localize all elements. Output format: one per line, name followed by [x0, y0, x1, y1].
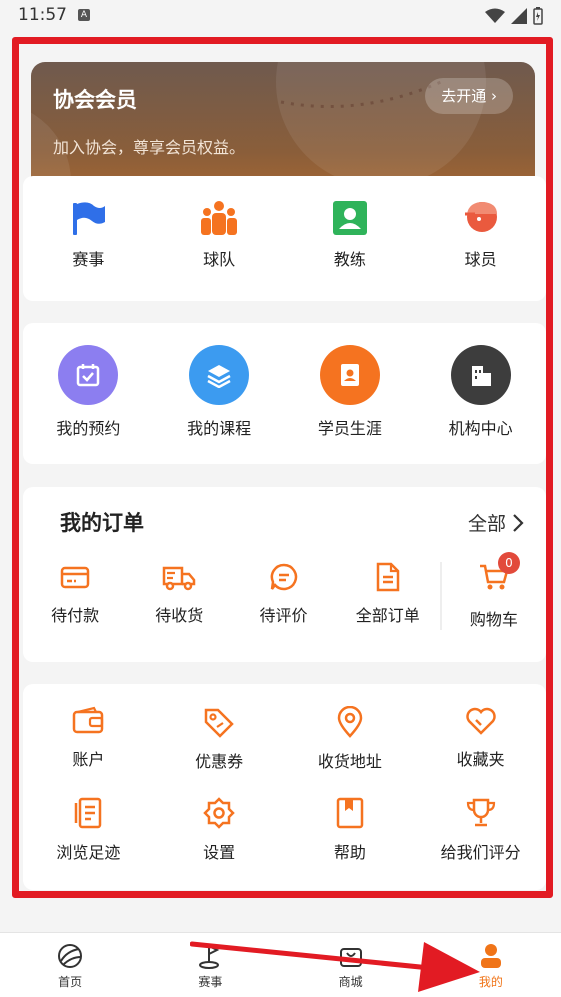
team-icon: [201, 201, 238, 235]
service-label: 我的预约: [56, 419, 121, 438]
tool-help[interactable]: 帮助: [285, 797, 416, 863]
category-player[interactable]: 球员: [415, 200, 546, 270]
comment-icon: [270, 563, 297, 591]
chevron-right-icon: ›: [491, 87, 497, 105]
tab-mine[interactable]: 我的: [421, 933, 561, 997]
order-all-orders[interactable]: 全部订单: [336, 562, 440, 630]
order-pending-payment[interactable]: 待付款: [23, 562, 127, 630]
orders-all-link[interactable]: 全部: [468, 509, 524, 536]
category-label: 赛事: [72, 250, 105, 269]
tab-label: 赛事: [198, 975, 223, 989]
tool-rate-us[interactable]: 给我们评分: [415, 797, 546, 863]
tool-label: 收货地址: [317, 752, 382, 771]
tool-label: 优惠券: [195, 752, 244, 771]
building-icon: [450, 345, 511, 405]
wallet-icon: [73, 706, 104, 734]
shop-bag-icon: [339, 948, 362, 967]
open-membership-label: 去开通: [441, 87, 487, 105]
orders-card: 我的订单 全部 待付款 待收货 待评价 全部订单 0 购物车: [23, 487, 546, 662]
history-book-icon: [75, 797, 102, 829]
category-coach[interactable]: 教练: [285, 200, 416, 270]
golf-flag-icon: [199, 945, 220, 969]
profile-card-icon: [319, 345, 380, 405]
tool-coupons[interactable]: 优惠券: [154, 706, 285, 772]
order-cart[interactable]: 0 购物车: [439, 552, 546, 630]
tool-label: 给我们评分: [440, 843, 521, 862]
membership-subtitle: 加入协会，尊享会员权益。: [53, 138, 246, 157]
order-label: 待付款: [51, 606, 100, 625]
coach-icon: [332, 201, 367, 235]
chevron-right-icon: [513, 513, 524, 532]
order-label: 全部订单: [355, 606, 420, 625]
order-pending-review[interactable]: 待评价: [231, 562, 335, 630]
order-label: 购物车: [469, 610, 518, 629]
tab-label: 商城: [338, 975, 363, 989]
bottom-tab-bar: 首页 赛事 商城 我的: [0, 932, 561, 997]
order-label: 待收货: [155, 606, 204, 625]
status-time: 11:57: [18, 5, 67, 25]
services-card: 我的预约 我的课程 学员生涯 机构中心: [23, 323, 546, 464]
service-student-career[interactable]: 学员生涯: [285, 345, 416, 439]
service-label: 我的课程: [187, 419, 252, 438]
settings-gear-icon: [203, 797, 235, 829]
status-icons: [485, 7, 543, 25]
tool-label: 帮助: [333, 843, 366, 862]
highlight-frame: 协会会员 加入协会，尊享会员权益。 去开通 › 赛事 球队 教练 球员 我的预约…: [12, 37, 553, 898]
player-icon: [464, 202, 497, 232]
user-icon: [480, 944, 501, 968]
order-status-row: 待付款 待收货 待评价 全部订单 0 购物车: [23, 552, 546, 630]
service-my-reservations[interactable]: 我的预约: [23, 345, 154, 439]
battery-icon: [533, 7, 543, 25]
heart-icon: [465, 707, 496, 735]
service-label: 机构中心: [448, 419, 513, 438]
orders-all-label: 全部: [467, 513, 506, 535]
tab-label: 我的: [478, 975, 503, 989]
tools-card: 账户 优惠券 收货地址 收藏夹 浏览足迹 设置 帮助 给我们评分: [23, 684, 546, 890]
orders-title: 我的订单: [60, 511, 144, 535]
tool-account[interactable]: 账户: [23, 706, 154, 772]
order-label: 待评价: [259, 606, 308, 625]
order-pending-receipt[interactable]: 待收货: [127, 562, 231, 630]
tool-browsing-history[interactable]: 浏览足迹: [23, 797, 154, 863]
tab-events[interactable]: 赛事: [140, 933, 280, 997]
status-bar: 11:57 A: [0, 0, 561, 34]
baseball-stitches: [280, 80, 442, 108]
tool-favorites[interactable]: 收藏夹: [415, 706, 546, 772]
service-label: 学员生涯: [317, 419, 382, 438]
help-book-icon: [336, 797, 364, 829]
tab-label: 首页: [58, 975, 83, 989]
calendar-icon: [58, 345, 119, 405]
membership-title: 协会会员: [53, 88, 137, 112]
layers-icon: [189, 345, 250, 405]
tab-home[interactable]: 首页: [0, 933, 140, 997]
tool-label: 账户: [72, 750, 105, 769]
coupon-tag-icon: [204, 708, 234, 738]
signal-icon: [511, 8, 527, 24]
service-institution-center[interactable]: 机构中心: [415, 345, 546, 439]
cart-badge: 0: [497, 552, 520, 574]
payment-card-icon: [60, 566, 90, 589]
category-card: 赛事 球队 教练 球员: [23, 176, 546, 301]
trophy-icon: [466, 798, 495, 827]
home-ball-icon: [58, 944, 83, 968]
tool-label: 设置: [203, 843, 236, 862]
category-label: 球员: [464, 250, 497, 269]
tool-settings[interactable]: 设置: [154, 797, 285, 863]
category-label: 球队: [203, 250, 236, 269]
category-team[interactable]: 球队: [154, 200, 285, 270]
tab-shop[interactable]: 商城: [281, 933, 421, 997]
notification-badge: A: [78, 9, 90, 21]
delivery-truck-icon: [163, 566, 196, 591]
location-pin-icon: [337, 706, 363, 738]
tool-label: 浏览足迹: [56, 843, 121, 862]
flag-icon: [73, 202, 106, 235]
wifi-icon: [485, 8, 505, 23]
tool-label: 收藏夹: [456, 750, 505, 769]
service-my-courses[interactable]: 我的课程: [154, 345, 285, 439]
category-event[interactable]: 赛事: [23, 200, 154, 270]
open-membership-button[interactable]: 去开通 ›: [425, 78, 513, 114]
category-label: 教练: [333, 250, 366, 269]
document-icon: [376, 562, 399, 592]
tool-shipping-address[interactable]: 收货地址: [285, 706, 416, 772]
